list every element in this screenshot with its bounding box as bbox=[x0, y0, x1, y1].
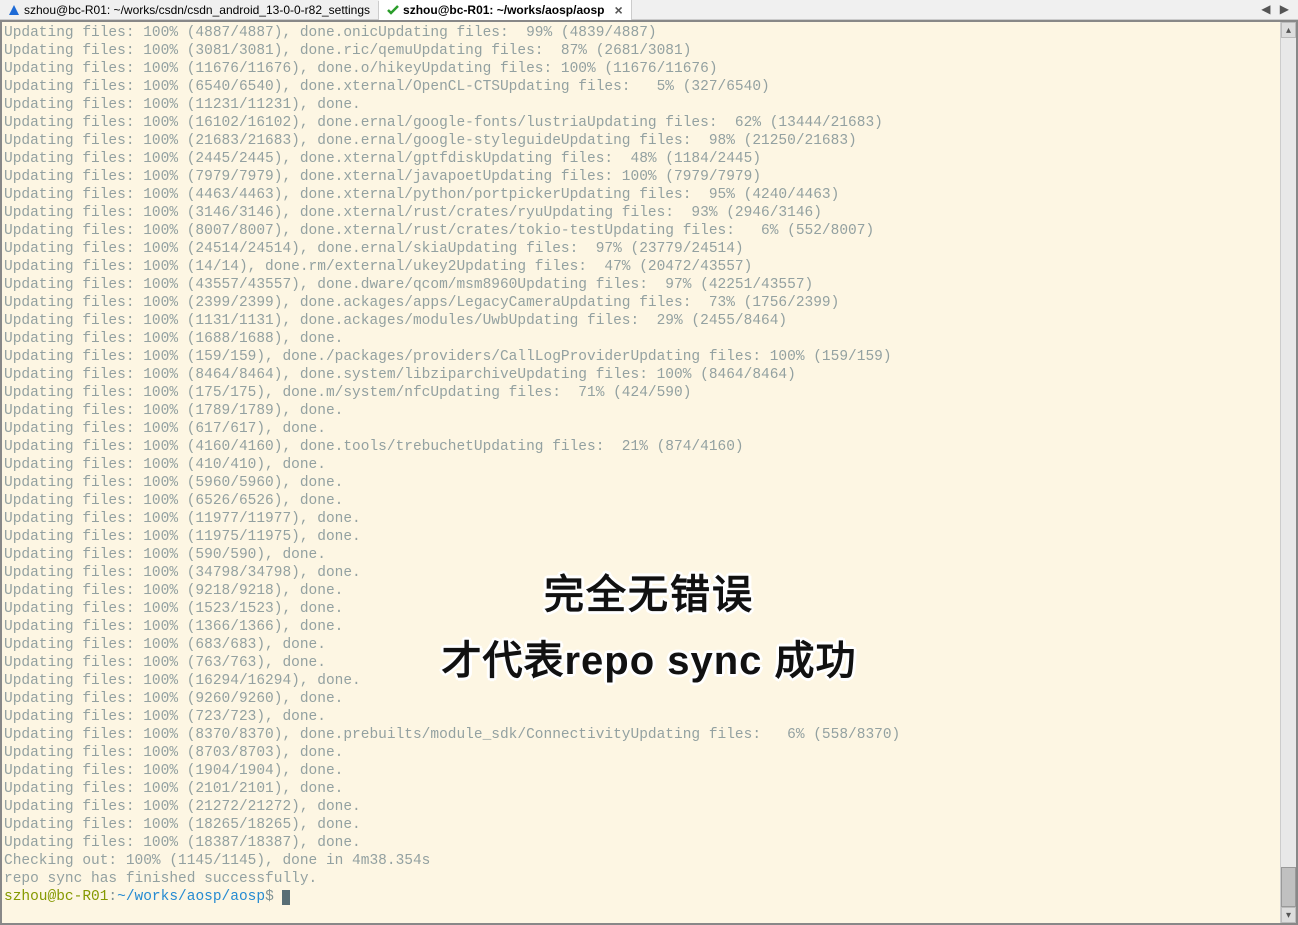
terminal-line: Updating files: 100% (16294/16294), done… bbox=[4, 672, 1278, 690]
terminal-line: Updating files: 100% (2101/2101), done. bbox=[4, 780, 1278, 798]
terminal-line: Updating files: 100% (8464/8464), done.s… bbox=[4, 366, 1278, 384]
terminal-line: Updating files: 100% (34798/34798), done… bbox=[4, 564, 1278, 582]
terminal-line: Updating files: 100% (1789/1789), done. bbox=[4, 402, 1278, 420]
scroll-thumb[interactable] bbox=[1281, 867, 1296, 907]
terminal-line: Updating files: 100% (11231/11231), done… bbox=[4, 96, 1278, 114]
terminal-line: Updating files: 100% (175/175), done.m/s… bbox=[4, 384, 1278, 402]
terminal-line: Updating files: 100% (6540/6540), done.x… bbox=[4, 78, 1278, 96]
tab-nav-arrows: ◀ ▶ bbox=[1258, 2, 1292, 16]
terminal-line: Updating files: 100% (11676/11676), done… bbox=[4, 60, 1278, 78]
terminal-line: Updating files: 100% (7979/7979), done.x… bbox=[4, 168, 1278, 186]
terminal-line: Updating files: 100% (159/159), done./pa… bbox=[4, 348, 1278, 366]
terminal-line: Updating files: 100% (723/723), done. bbox=[4, 708, 1278, 726]
terminal-line: Updating files: 100% (8007/8007), done.x… bbox=[4, 222, 1278, 240]
terminal-line: Updating files: 100% (6526/6526), done. bbox=[4, 492, 1278, 510]
terminal-line: Updating files: 100% (8370/8370), done.p… bbox=[4, 726, 1278, 744]
nav-right-icon[interactable]: ▶ bbox=[1280, 2, 1289, 16]
terminal-output[interactable]: Updating files: 100% (4887/4887), done.o… bbox=[2, 22, 1280, 923]
terminal-line: Updating files: 100% (590/590), done. bbox=[4, 546, 1278, 564]
terminal-line: Updating files: 100% (43557/43557), done… bbox=[4, 276, 1278, 294]
terminal-line: Updating files: 100% (11977/11977), done… bbox=[4, 510, 1278, 528]
terminal-line: Updating files: 100% (683/683), done. bbox=[4, 636, 1278, 654]
terminal-line: Updating files: 100% (4160/4160), done.t… bbox=[4, 438, 1278, 456]
tab-label: szhou@bc-R01: ~/works/csdn/csdn_android_… bbox=[24, 3, 370, 17]
terminal-line: Updating files: 100% (1131/1131), done.a… bbox=[4, 312, 1278, 330]
terminal-line: Updating files: 100% (24514/24514), done… bbox=[4, 240, 1278, 258]
terminal-line: Updating files: 100% (18265/18265), done… bbox=[4, 816, 1278, 834]
triangle-warning-icon bbox=[8, 4, 20, 16]
scroll-up-button[interactable]: ▴ bbox=[1281, 22, 1296, 38]
tab-label: szhou@bc-R01: ~/works/aosp/aosp bbox=[403, 3, 604, 17]
scrollbar[interactable]: ▴ ▾ bbox=[1280, 22, 1296, 923]
terminal-frame: Updating files: 100% (4887/4887), done.o… bbox=[0, 20, 1298, 925]
cursor bbox=[282, 890, 290, 905]
terminal-line: Updating files: 100% (18387/18387), done… bbox=[4, 834, 1278, 852]
terminal-line: Updating files: 100% (21272/21272), done… bbox=[4, 798, 1278, 816]
terminal-line: Updating files: 100% (2445/2445), done.x… bbox=[4, 150, 1278, 168]
terminal-line: Updating files: 100% (1523/1523), done. bbox=[4, 600, 1278, 618]
terminal-line: Updating files: 100% (1688/1688), done. bbox=[4, 330, 1278, 348]
terminal-line: Updating files: 100% (763/763), done. bbox=[4, 654, 1278, 672]
prompt-line: szhou@bc-R01:~/works/aosp/aosp$ bbox=[4, 888, 1278, 906]
nav-left-icon[interactable]: ◀ bbox=[1261, 2, 1270, 16]
terminal-line: Updating files: 100% (1904/1904), done. bbox=[4, 762, 1278, 780]
terminal-line: Updating files: 100% (21683/21683), done… bbox=[4, 132, 1278, 150]
terminal-line: Updating files: 100% (8703/8703), done. bbox=[4, 744, 1278, 762]
terminal-line: Updating files: 100% (3081/3081), done.r… bbox=[4, 42, 1278, 60]
scroll-down-button[interactable]: ▾ bbox=[1281, 907, 1296, 923]
terminal-line: Updating files: 100% (3146/3146), done.x… bbox=[4, 204, 1278, 222]
terminal-line: Updating files: 100% (9260/9260), done. bbox=[4, 690, 1278, 708]
close-icon[interactable]: × bbox=[614, 2, 622, 18]
terminal-line: Checking out: 100% (1145/1145), done in … bbox=[4, 852, 1278, 870]
tab-bar: szhou@bc-R01: ~/works/csdn/csdn_android_… bbox=[0, 0, 1298, 20]
tab-active[interactable]: szhou@bc-R01: ~/works/aosp/aosp × bbox=[379, 0, 632, 20]
terminal-line: Updating files: 100% (11975/11975), done… bbox=[4, 528, 1278, 546]
terminal-line: Updating files: 100% (14/14), done.rm/ex… bbox=[4, 258, 1278, 276]
terminal-line: Updating files: 100% (4887/4887), done.o… bbox=[4, 24, 1278, 42]
terminal-line: Updating files: 100% (410/410), done. bbox=[4, 456, 1278, 474]
terminal-line: Updating files: 100% (1366/1366), done. bbox=[4, 618, 1278, 636]
terminal-line: Updating files: 100% (2399/2399), done.a… bbox=[4, 294, 1278, 312]
terminal-line: Updating files: 100% (617/617), done. bbox=[4, 420, 1278, 438]
terminal-line: Updating files: 100% (5960/5960), done. bbox=[4, 474, 1278, 492]
tab-inactive[interactable]: szhou@bc-R01: ~/works/csdn/csdn_android_… bbox=[0, 1, 379, 19]
terminal-line: Updating files: 100% (16102/16102), done… bbox=[4, 114, 1278, 132]
terminal-line: Updating files: 100% (9218/9218), done. bbox=[4, 582, 1278, 600]
check-icon bbox=[387, 4, 399, 16]
terminal-line: repo sync has finished successfully. bbox=[4, 870, 1278, 888]
terminal-line: Updating files: 100% (4463/4463), done.x… bbox=[4, 186, 1278, 204]
